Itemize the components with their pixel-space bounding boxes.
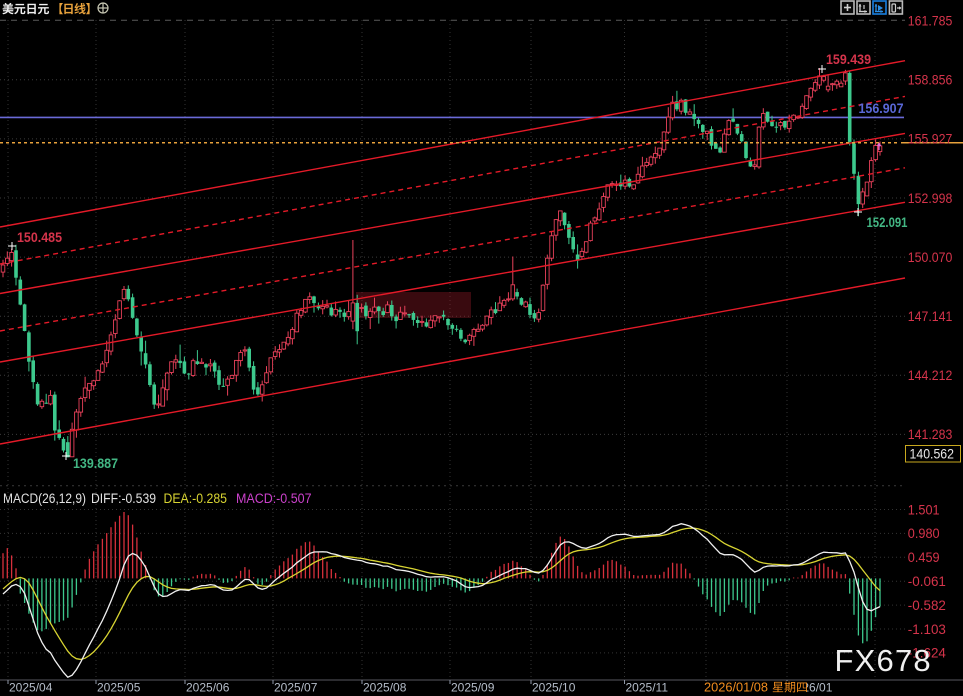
svg-text:150.485: 150.485 — [17, 230, 62, 245]
svg-text:2025/08: 2025/08 — [363, 681, 407, 695]
svg-text:140.562: 140.562 — [910, 447, 955, 462]
svg-text:159.439: 159.439 — [826, 52, 871, 67]
svg-text:147.141: 147.141 — [908, 309, 953, 324]
svg-text:DIFF:-0.539: DIFF:-0.539 — [91, 491, 156, 506]
svg-text:0.459: 0.459 — [908, 550, 940, 565]
svg-text:152.091: 152.091 — [867, 215, 908, 230]
svg-text:2025/10: 2025/10 — [532, 681, 576, 695]
svg-text:2025/11: 2025/11 — [626, 681, 669, 695]
svg-text:0.980: 0.980 — [908, 526, 940, 541]
svg-text:1.501: 1.501 — [908, 502, 940, 517]
svg-text:144.212: 144.212 — [908, 368, 953, 383]
svg-text:MACD:-0.507: MACD:-0.507 — [236, 491, 312, 506]
svg-text:2026/01/08: 2026/01/08 — [704, 681, 768, 695]
svg-text:-0.582: -0.582 — [908, 598, 946, 613]
svg-text:2025/05: 2025/05 — [97, 681, 141, 695]
svg-text:2025/07: 2025/07 — [274, 681, 318, 695]
svg-text:139.887: 139.887 — [73, 456, 118, 471]
svg-text:150.070: 150.070 — [908, 250, 953, 265]
svg-text:155.927: 155.927 — [908, 132, 953, 147]
svg-text:152.998: 152.998 — [908, 191, 953, 206]
svg-text:2025/06: 2025/06 — [186, 681, 230, 695]
svg-text:DEA:-0.285: DEA:-0.285 — [164, 491, 228, 506]
svg-text:161.785: 161.785 — [908, 14, 953, 29]
svg-text:158.856: 158.856 — [908, 73, 953, 88]
svg-text:141.283: 141.283 — [908, 427, 953, 442]
svg-text:156.907: 156.907 — [859, 101, 904, 116]
svg-text:FX678: FX678 — [835, 643, 932, 678]
svg-text:-0.061: -0.061 — [908, 574, 946, 589]
svg-text:2025/09: 2025/09 — [451, 681, 495, 695]
svg-text:MACD(26,12,9): MACD(26,12,9) — [3, 491, 86, 506]
svg-text:-1.103: -1.103 — [908, 622, 946, 637]
svg-text:2025/04: 2025/04 — [9, 681, 53, 695]
